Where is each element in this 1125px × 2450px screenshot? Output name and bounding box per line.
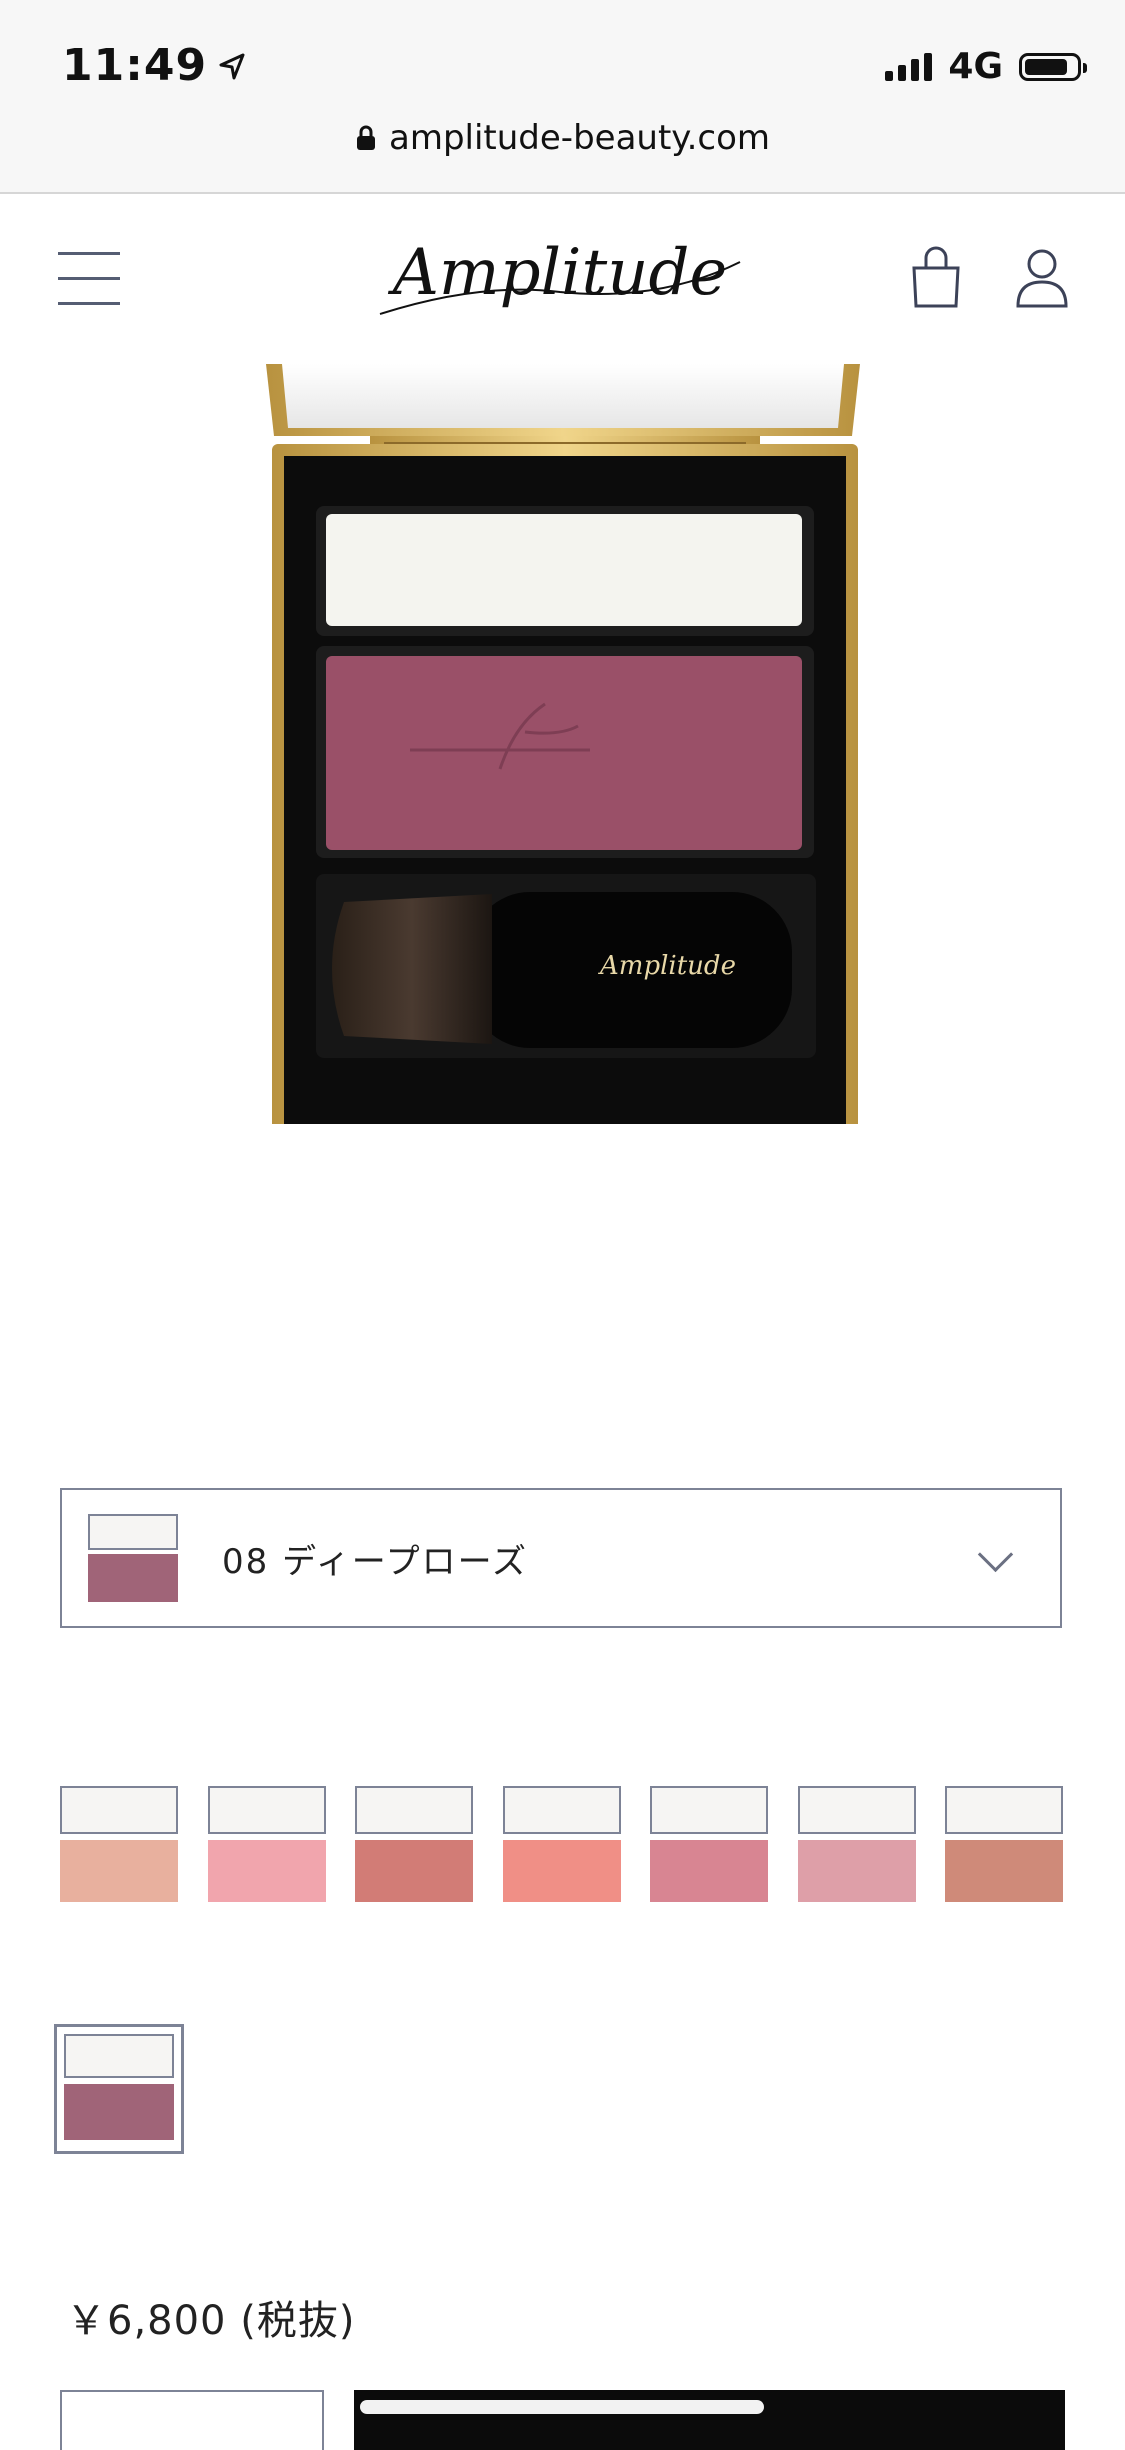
shade-selector[interactable]: 08 ディープローズ [60, 1488, 1062, 1628]
status-indicators: 4G [885, 46, 1087, 87]
browser-chrome: 11:49 4G amplitude-beauty.com [0, 0, 1125, 194]
blush-compact-image: Amplitude [266, 364, 860, 1124]
home-indicator [360, 2400, 764, 2414]
selected-shade-swatch [88, 1514, 178, 1602]
shade-swatch[interactable] [502, 1786, 621, 1902]
shade-swatch[interactable] [355, 1786, 473, 1902]
site-header: Amplitude [0, 194, 1125, 364]
price: ￥6,800 (税抜) [66, 2298, 356, 2344]
shade-swatch[interactable] [650, 1786, 768, 1902]
brand-logo[interactable]: Amplitude [360, 222, 760, 332]
user-icon[interactable] [1014, 246, 1070, 310]
shade-swatch[interactable] [797, 1786, 916, 1902]
shade-swatch[interactable] [60, 1786, 178, 1902]
shade-swatch-selected[interactable] [54, 2024, 184, 2154]
battery-icon [1019, 52, 1087, 81]
status-time-text: 11:49 [62, 40, 208, 91]
shopping-bag-icon[interactable] [910, 246, 962, 310]
location-arrow-icon [219, 53, 245, 79]
url-text: amplitude-beauty.com [389, 118, 770, 158]
status-time: 11:49 [62, 40, 247, 91]
lock-icon [357, 125, 375, 150]
cellular-signal-icon [885, 52, 933, 81]
address-bar[interactable]: amplitude-beauty.com [0, 118, 1125, 158]
chevron-down-icon [977, 1536, 1014, 1573]
selected-shade-label: 08 ディープローズ [222, 1541, 528, 1582]
network-type: 4G [948, 46, 1003, 87]
add-to-cart-button[interactable] [354, 2390, 1065, 2450]
shade-swatch[interactable] [945, 1786, 1063, 1902]
compact-brand-text: Amplitude [598, 951, 736, 981]
shade-swatch[interactable] [207, 1786, 326, 1902]
hamburger-menu-icon[interactable] [58, 252, 120, 305]
quantity-selector[interactable] [60, 2390, 324, 2450]
